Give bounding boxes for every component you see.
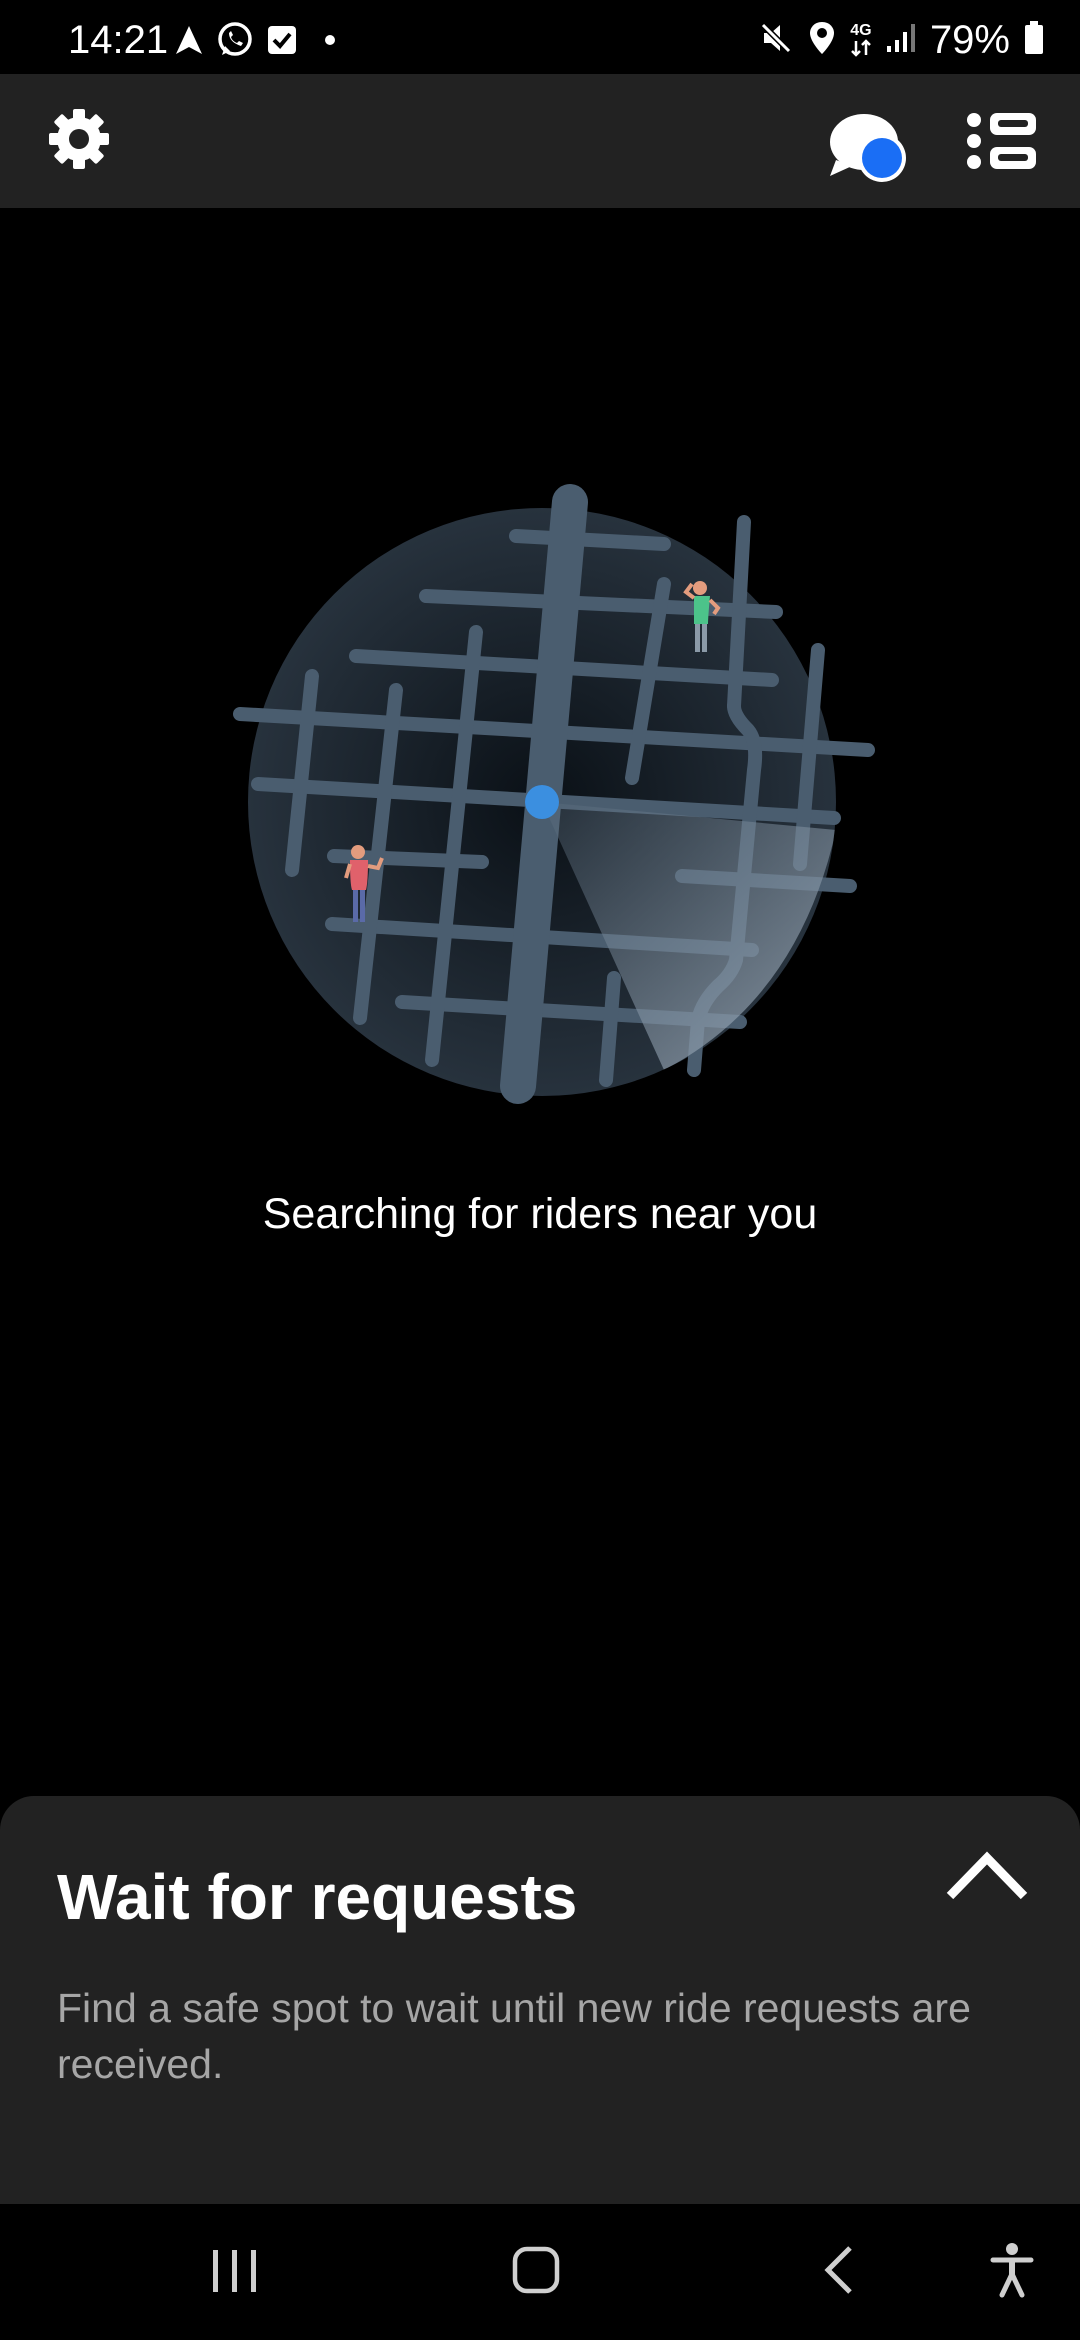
- battery-icon: [1024, 20, 1044, 60]
- status-time: 14:21: [68, 18, 169, 62]
- chat-button[interactable]: [828, 110, 914, 186]
- navigation-arrow-icon: [174, 24, 204, 61]
- network-4g-icon: 4G: [850, 23, 872, 57]
- dot-icon: [324, 33, 336, 51]
- searching-status-text: Searching for riders near you: [262, 1190, 818, 1238]
- chat-bubble-icon: [828, 114, 914, 190]
- status-bar: 14:21 4G 79%: [0, 0, 1080, 74]
- driver-location-dot: [525, 785, 559, 819]
- status-right-icons: 4G 79%: [758, 18, 1044, 62]
- accessibility-icon: [990, 2242, 1034, 2303]
- recent-apps-button[interactable]: [200, 2240, 270, 2304]
- home-button[interactable]: [506, 2240, 566, 2304]
- status-left-icons: [174, 21, 336, 64]
- sheet-description: Find a safe spot to wait until new ride …: [57, 1985, 971, 2087]
- sheet-toggle-button[interactable]: [944, 1846, 1030, 1906]
- chevron-up-icon: [944, 1851, 1030, 1910]
- mute-icon: [758, 20, 794, 61]
- recent-apps-icon: [210, 2246, 260, 2299]
- chat-badge: [862, 138, 902, 178]
- signal-icon: [886, 22, 916, 59]
- battery-percent: 79%: [929, 18, 1010, 62]
- accessibility-button[interactable]: [984, 2240, 1040, 2304]
- network-label: 4G: [850, 22, 872, 39]
- back-icon: [822, 2244, 856, 2301]
- whatsapp-icon: [216, 21, 254, 64]
- screen: 14:21 4G 79% Searching for riders near y…: [0, 0, 1080, 2340]
- home-icon: [511, 2245, 561, 2300]
- checkbox-notification-icon: [266, 24, 298, 61]
- list-button[interactable]: [966, 112, 1038, 170]
- settings-button[interactable]: [44, 106, 114, 176]
- location-icon: [808, 20, 836, 61]
- bottom-sheet: Wait for requests Find a safe spot to wa…: [0, 1796, 1080, 2204]
- sheet-title: Wait for requests: [57, 1861, 578, 1933]
- back-button[interactable]: [814, 2240, 864, 2304]
- rider-search-map-illustration: [233, 484, 875, 1104]
- top-app-bar: [0, 74, 1080, 208]
- system-nav-bar: [0, 2204, 1080, 2340]
- gear-icon: [46, 106, 112, 177]
- list-icon: [966, 113, 1038, 174]
